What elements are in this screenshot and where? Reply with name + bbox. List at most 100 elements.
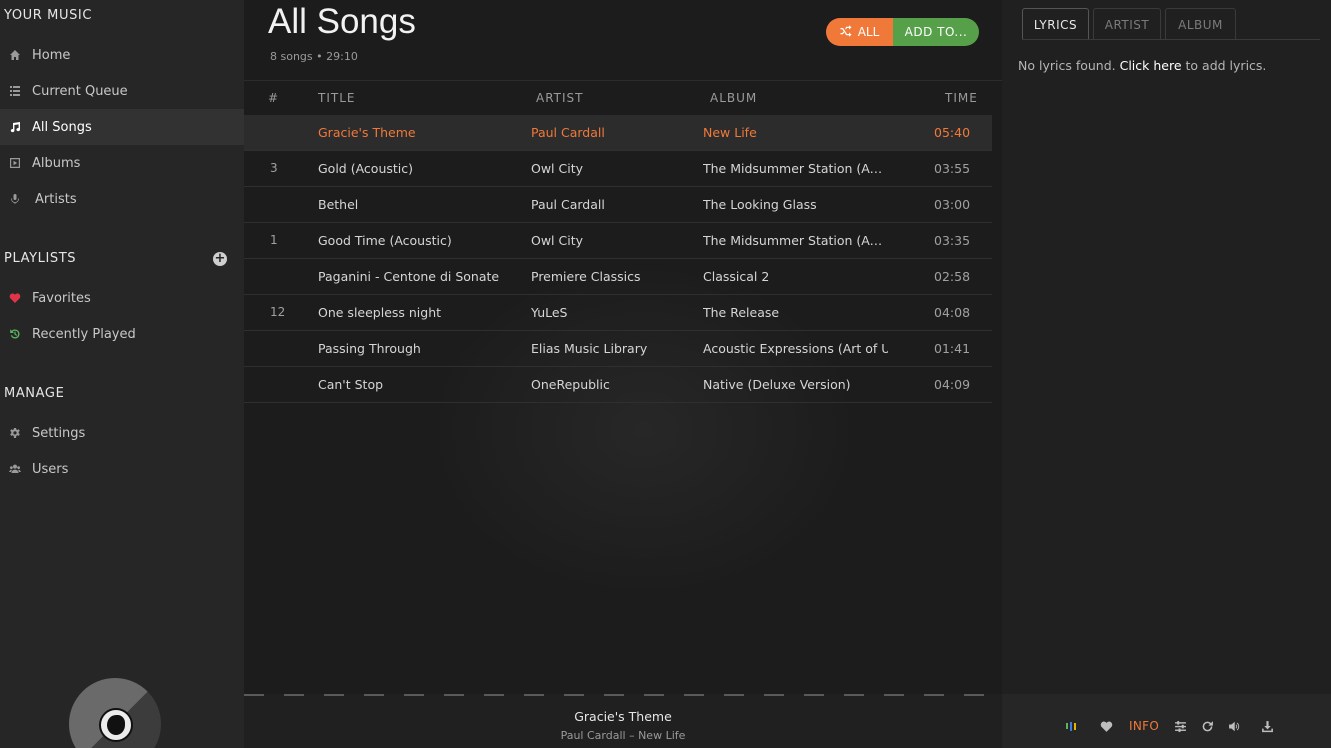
song-album[interactable]: Acoustic Expressions (Art of U (703, 341, 888, 356)
song-artist[interactable]: OneRepublic (531, 377, 691, 392)
shuffle-all-label: ALL (857, 25, 880, 39)
sidebar-item-all-songs[interactable]: All Songs (0, 109, 244, 145)
track-number: 12 (270, 305, 286, 319)
sidebar-item-label: Artists (35, 191, 77, 207)
gear-icon (8, 426, 22, 440)
song-title: Paganini - Centone di Sonate (318, 269, 500, 284)
shuffle-all-button[interactable]: ALL (826, 18, 893, 46)
album-art-image (99, 708, 133, 742)
now-playing-artist[interactable]: Paul Cardall (561, 729, 626, 742)
download-icon[interactable] (1261, 718, 1274, 734)
song-title: Good Time (Acoustic) (318, 233, 452, 248)
song-album[interactable]: The Midsummer Station (Aco… (703, 233, 888, 248)
song-duration: 03:35 (934, 233, 971, 248)
song-artist[interactable]: YuLeS (531, 305, 691, 320)
sidebar-item-label: Current Queue (32, 83, 128, 99)
add-playlist-icon[interactable]: + (213, 252, 227, 266)
now-playing-separator: – (629, 729, 635, 742)
playlists-heading: PLAYLISTS (4, 251, 77, 266)
sidebar-item-current-queue[interactable]: Current Queue (0, 73, 244, 109)
sidebar-item-artists[interactable]: Artists (0, 181, 244, 217)
volume-icon[interactable] (1228, 718, 1241, 734)
sidebar-item-label: Users (32, 461, 69, 477)
music-icon (8, 120, 22, 134)
song-artist[interactable]: Owl City (531, 233, 691, 248)
sidebar-item-users[interactable]: Users (0, 451, 244, 487)
track-number: 1 (270, 233, 278, 247)
tab-artist[interactable]: ARTIST (1093, 8, 1161, 40)
song-album[interactable]: Native (Deluxe Version) (703, 377, 888, 392)
song-duration: 03:00 (934, 197, 971, 212)
song-row[interactable]: Paganini - Centone di Sonate Premiere Cl… (244, 259, 992, 295)
users-icon (8, 462, 22, 476)
now-playing-album[interactable]: New Life (638, 729, 685, 742)
song-album[interactable]: The Midsummer Station (Aco… (703, 161, 888, 176)
song-album[interactable]: Classical 2 (703, 269, 888, 284)
song-duration: 04:08 (934, 305, 971, 320)
column-header-number[interactable]: # (268, 91, 279, 105)
sidebar-item-label: Recently Played (32, 326, 136, 342)
now-playing-title: Gracie's Theme (574, 709, 672, 724)
song-row[interactable]: 1 Good Time (Acoustic) Owl City The Mids… (244, 223, 992, 259)
column-header-title[interactable]: TITLE (318, 91, 355, 105)
sidebar-item-recently-played[interactable]: Recently Played (0, 316, 244, 352)
sidebar-item-settings[interactable]: Settings (0, 415, 244, 451)
song-artist[interactable]: Premiere Classics (531, 269, 691, 284)
progress-bar[interactable] (244, 694, 988, 696)
page-meta: 8 songs • 29:10 (270, 50, 358, 63)
song-artist[interactable]: Paul Cardall (531, 125, 691, 140)
tab-lyrics[interactable]: LYRICS (1022, 8, 1089, 40)
song-album[interactable]: The Release (703, 305, 888, 320)
song-title: Can't Stop (318, 377, 384, 392)
song-row[interactable]: Bethel Paul Cardall The Looking Glass 03… (244, 187, 992, 223)
add-lyrics-link[interactable]: Click here (1120, 58, 1182, 73)
lyrics-empty-text: No lyrics found. (1018, 58, 1116, 73)
song-album[interactable]: The Looking Glass (703, 197, 888, 212)
song-row[interactable]: Gracie's Theme Paul Cardall New Life 05:… (244, 115, 992, 151)
sidebar-item-home[interactable]: Home (0, 37, 244, 73)
repeat-icon[interactable] (1201, 718, 1214, 734)
song-row[interactable]: 12 One sleepless night YuLeS The Release… (244, 295, 992, 331)
song-artist[interactable]: Paul Cardall (531, 197, 691, 212)
sidebar: YOUR MUSIC Home Current Queue All Songs … (0, 0, 244, 694)
sidebar-item-label: Settings (32, 425, 86, 441)
like-heart-icon[interactable] (1100, 718, 1113, 734)
manage-heading: MANAGE (4, 386, 65, 401)
shuffle-icon (840, 24, 852, 40)
sidebar-item-favorites[interactable]: Favorites (0, 280, 244, 316)
now-playing: Gracie's Theme Paul Cardall – New Life (244, 694, 1002, 748)
sidebar-item-albums[interactable]: Albums (0, 145, 244, 181)
song-album[interactable]: New Life (703, 125, 888, 140)
lyrics-suffix-text: to add lyrics. (1185, 58, 1267, 73)
column-header-album[interactable]: ALBUM (710, 91, 757, 105)
song-title: Gold (Acoustic) (318, 161, 414, 176)
song-row[interactable]: Passing Through Elias Music Library Acou… (244, 331, 992, 367)
song-row[interactable]: 3 Gold (Acoustic) Owl City The Midsummer… (244, 151, 992, 187)
song-title: Passing Through (318, 341, 421, 356)
column-header-time[interactable]: TIME (945, 91, 978, 105)
song-artist[interactable]: Owl City (531, 161, 691, 176)
song-duration: 02:58 (934, 269, 971, 284)
column-header-artist[interactable]: ARTIST (536, 91, 584, 105)
sidebar-item-label: All Songs (32, 119, 92, 135)
equalizer-sliders-icon[interactable] (1174, 718, 1187, 734)
info-button[interactable]: INFO (1129, 718, 1159, 734)
list-icon (8, 84, 22, 98)
add-to-button[interactable]: ADD TO... (893, 18, 979, 46)
song-artist[interactable]: Elias Music Library (531, 341, 691, 356)
now-playing-subtitle: Paul Cardall – New Life (244, 729, 1002, 742)
heart-icon (8, 291, 22, 305)
equalizer-bars-icon[interactable] (1066, 718, 1078, 734)
sidebar-item-label: Albums (32, 155, 81, 171)
song-duration: 04:09 (934, 377, 971, 392)
song-table-header: # TITLE ARTIST ALBUM TIME (244, 80, 1002, 114)
extra-panel: LYRICS ARTIST ALBUM No lyrics found. Cli… (1002, 0, 1331, 694)
sidebar-item-label: Home (32, 47, 71, 63)
song-row[interactable]: Can't Stop OneRepublic Native (Deluxe Ve… (244, 367, 992, 403)
tab-album[interactable]: ALBUM (1165, 8, 1236, 40)
song-duration: 05:40 (934, 125, 971, 140)
player-bar: Gracie's Theme Paul Cardall – New Life I… (0, 678, 1331, 748)
page-title: All Songs (268, 2, 416, 41)
microphone-icon (8, 192, 22, 206)
tab-divider (1022, 39, 1320, 40)
